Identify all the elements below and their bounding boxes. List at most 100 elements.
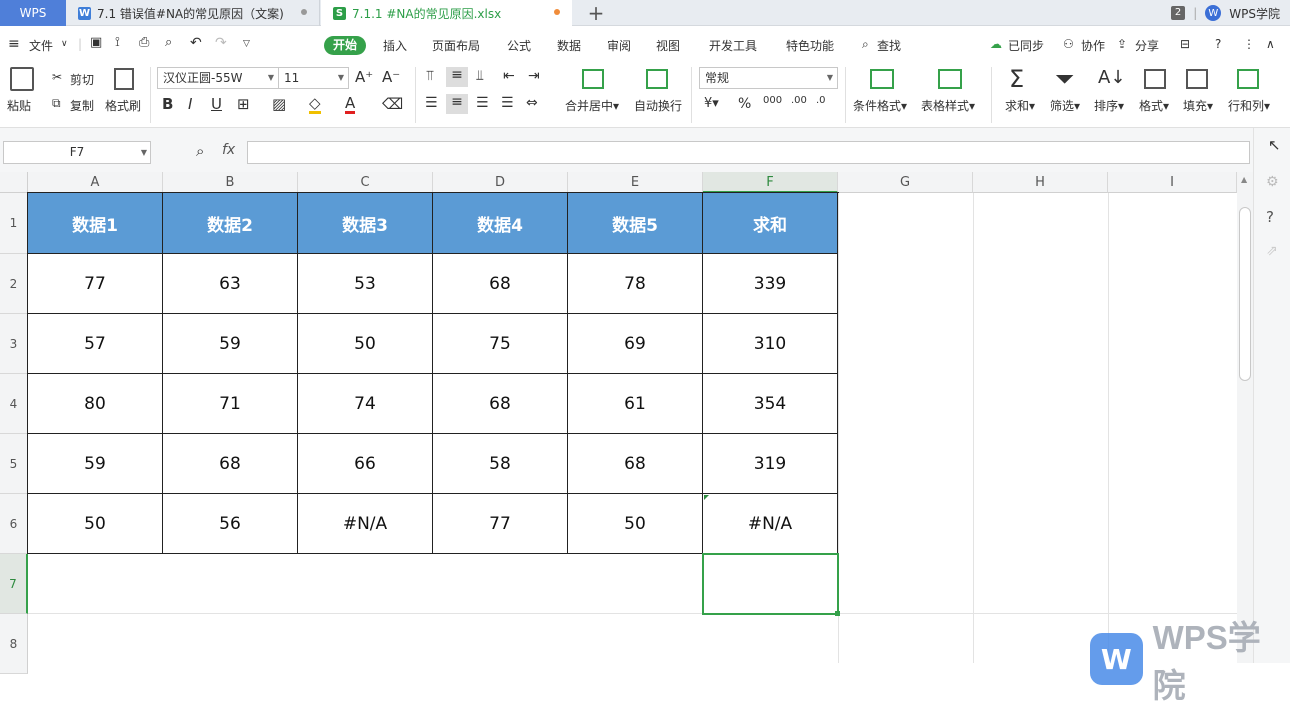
search-icon[interactable]: ⌕ bbox=[862, 37, 869, 52]
customize-icon[interactable]: ▽ bbox=[243, 39, 250, 49]
export-icon[interactable]: ⟟ bbox=[115, 35, 120, 50]
header-cell-e1[interactable]: 数据5 bbox=[568, 193, 703, 254]
table-style-icon[interactable] bbox=[938, 69, 962, 89]
fx-icon[interactable]: fx bbox=[222, 142, 235, 158]
fill-icon[interactable] bbox=[1186, 69, 1208, 89]
error-indicator-icon[interactable] bbox=[704, 495, 709, 500]
tab-review[interactable]: 审阅 bbox=[607, 37, 631, 54]
paste-icon[interactable] bbox=[10, 67, 34, 91]
merge-center-icon[interactable] bbox=[582, 69, 604, 89]
select-all-corner[interactable] bbox=[0, 172, 28, 193]
table-cell[interactable]: 80 bbox=[28, 374, 163, 434]
row-header-4[interactable]: 4 bbox=[0, 374, 28, 434]
sum-button[interactable]: 求和▾ bbox=[1005, 97, 1035, 114]
format-painter-button[interactable]: 格式刷 bbox=[105, 97, 141, 114]
unsaved-dot-icon[interactable] bbox=[554, 9, 560, 15]
col-header-a[interactable]: A bbox=[28, 172, 163, 193]
file-menu[interactable]: 文件 bbox=[29, 37, 53, 54]
tab-start[interactable]: 开始 bbox=[324, 36, 366, 55]
percent-icon[interactable]: % bbox=[738, 96, 751, 112]
table-cell[interactable]: 68 bbox=[163, 434, 298, 494]
decrease-indent-icon[interactable]: ⇤ bbox=[503, 68, 515, 84]
align-top-icon[interactable]: ⫪ bbox=[426, 68, 434, 84]
new-tab-button[interactable]: + bbox=[585, 1, 607, 25]
cursor-select-icon[interactable]: ↖ bbox=[1268, 136, 1281, 154]
table-cell[interactable]: #N/A bbox=[298, 494, 433, 554]
table-cell[interactable]: 50 bbox=[568, 494, 703, 554]
filter-icon[interactable]: ⏷ bbox=[1055, 65, 1074, 93]
table-cell[interactable]: 68 bbox=[568, 434, 703, 494]
fill-button[interactable]: 填充▾ bbox=[1183, 97, 1213, 114]
table-cell[interactable]: 56 bbox=[163, 494, 298, 554]
table-cell[interactable]: 68 bbox=[433, 254, 568, 314]
table-cell[interactable]: 74 bbox=[298, 374, 433, 434]
decrease-decimal-icon[interactable]: .0 bbox=[816, 95, 826, 106]
doc-tab[interactable]: W 7.1 错误值#NA的常见原因（文案) bbox=[66, 0, 320, 26]
col-header-c[interactable]: C bbox=[298, 172, 433, 193]
format-button[interactable]: 格式▾ bbox=[1139, 97, 1169, 114]
wrap-text-icon[interactable] bbox=[646, 69, 668, 89]
help-circle-icon[interactable]: ? bbox=[1266, 208, 1274, 226]
settings-icon[interactable]: ⚙ bbox=[1266, 174, 1279, 190]
print-preview-icon[interactable]: ⌕ bbox=[165, 35, 172, 50]
row-col-icon[interactable] bbox=[1237, 69, 1259, 89]
col-header-b[interactable]: B bbox=[163, 172, 298, 193]
filter-button[interactable]: 筛选▾ bbox=[1050, 97, 1080, 114]
share-panel-icon[interactable]: ⇗ bbox=[1266, 243, 1278, 259]
col-header-d[interactable]: D bbox=[433, 172, 568, 193]
selected-cell-f7[interactable] bbox=[702, 553, 839, 615]
table-cell[interactable]: 78 bbox=[568, 254, 703, 314]
tab-formula[interactable]: 公式 bbox=[507, 37, 531, 54]
table-cell[interactable]: #N/A bbox=[703, 494, 838, 554]
print-icon[interactable]: ⎙ bbox=[139, 35, 149, 50]
table-style-button[interactable]: 表格样式▾ bbox=[921, 97, 975, 114]
table-cell[interactable]: 59 bbox=[28, 434, 163, 494]
row-header-5[interactable]: 5 bbox=[0, 434, 28, 494]
border-icon[interactable]: ⊞ bbox=[237, 95, 250, 113]
merge-center-button[interactable]: 合并居中▾ bbox=[565, 97, 619, 114]
table-cell[interactable]: 61 bbox=[568, 374, 703, 434]
italic-icon[interactable]: I bbox=[188, 95, 192, 113]
table-cell[interactable]: 59 bbox=[163, 314, 298, 374]
row-header-7[interactable]: 7 bbox=[0, 554, 28, 614]
name-box[interactable]: F7 ▼ bbox=[3, 141, 151, 164]
col-header-g[interactable]: G bbox=[838, 172, 973, 193]
table-cell[interactable]: 69 bbox=[568, 314, 703, 374]
bold-icon[interactable]: B bbox=[162, 95, 173, 113]
conditional-format-icon[interactable] bbox=[870, 69, 894, 89]
table-cell[interactable]: 58 bbox=[433, 434, 568, 494]
col-header-e[interactable]: E bbox=[568, 172, 703, 193]
redo-icon[interactable]: ↷ bbox=[215, 35, 227, 51]
sort-button[interactable]: 排序▾ bbox=[1094, 97, 1124, 114]
more-icon[interactable]: ⋮ bbox=[1243, 37, 1255, 51]
align-middle-icon[interactable]: ≡ bbox=[446, 67, 468, 87]
fill-pattern-icon[interactable]: ▨ bbox=[272, 95, 286, 113]
increase-font-icon[interactable]: A⁺ bbox=[355, 68, 373, 86]
header-cell-d1[interactable]: 数据4 bbox=[433, 193, 568, 254]
decrease-font-icon[interactable]: A⁻ bbox=[382, 68, 400, 86]
tab-data[interactable]: 数据 bbox=[557, 37, 581, 54]
col-header-i[interactable]: I bbox=[1108, 172, 1237, 193]
table-cell[interactable]: 63 bbox=[163, 254, 298, 314]
toolbox-icon[interactable]: ⊟ bbox=[1180, 37, 1190, 51]
tab-close-icon[interactable] bbox=[301, 9, 307, 15]
fill-color-icon[interactable]: ◇ bbox=[309, 95, 321, 114]
row-header-1[interactable]: 1 bbox=[0, 193, 28, 254]
wps-academy-link[interactable]: WPS学院 bbox=[1229, 5, 1280, 22]
sort-icon[interactable]: A↓ bbox=[1098, 67, 1125, 88]
col-header-f[interactable]: F bbox=[703, 172, 838, 193]
hamburger-icon[interactable]: ≡ bbox=[8, 36, 20, 52]
increase-indent-icon[interactable]: ⇥ bbox=[528, 68, 540, 84]
header-cell-f1[interactable]: 求和 bbox=[703, 193, 838, 254]
scroll-up-icon[interactable]: ▲ bbox=[1241, 175, 1247, 184]
row-header-8[interactable]: 8 bbox=[0, 614, 28, 674]
scrollbar-thumb[interactable] bbox=[1239, 207, 1251, 381]
format-painter-icon[interactable] bbox=[114, 68, 134, 90]
tab-special[interactable]: 特色功能 bbox=[786, 37, 834, 54]
table-cell[interactable]: 77 bbox=[433, 494, 568, 554]
tab-view[interactable]: 视图 bbox=[656, 37, 680, 54]
table-cell[interactable]: 310 bbox=[703, 314, 838, 374]
header-cell-b1[interactable]: 数据2 bbox=[163, 193, 298, 254]
row-header-3[interactable]: 3 bbox=[0, 314, 28, 374]
currency-icon[interactable]: ¥▾ bbox=[704, 96, 719, 111]
